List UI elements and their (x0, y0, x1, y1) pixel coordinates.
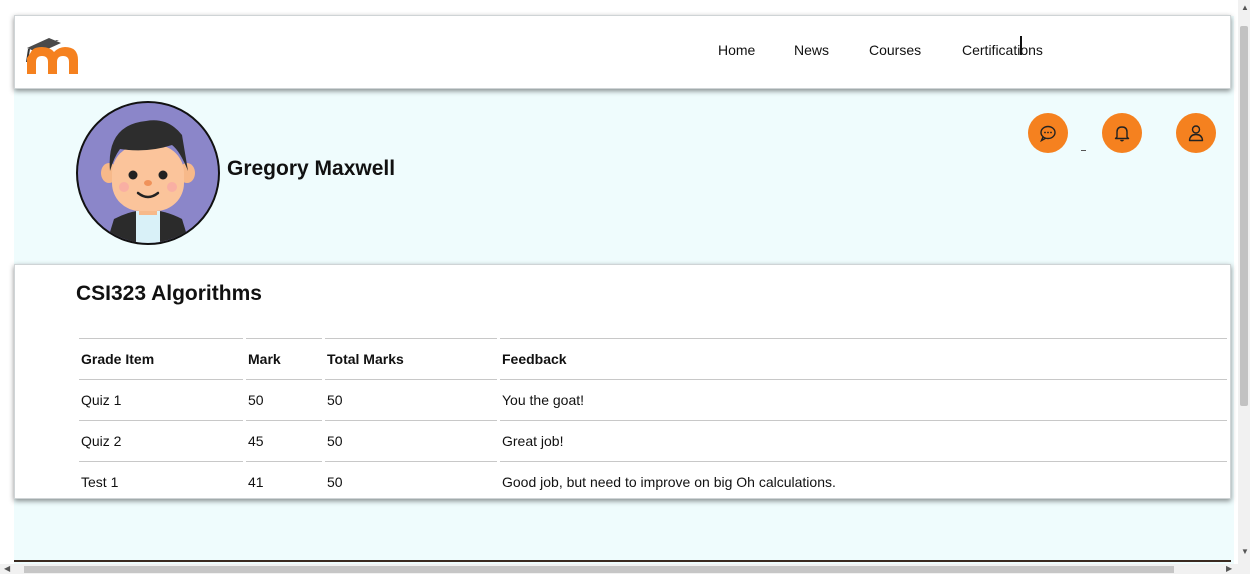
profile-name: Gregory Maxwell (227, 157, 396, 180)
feedback-cell: Good job, but need to improve on big Oh … (500, 461, 1227, 502)
total-marks-cell: 50 (325, 379, 497, 420)
vertical-scrollbar-thumb[interactable] (1240, 26, 1248, 406)
scroll-up-arrow-icon[interactable]: ▲ (1241, 4, 1249, 12)
course-title: CSI323 Algorithms (76, 282, 262, 305)
column-header: Feedback (500, 338, 1227, 379)
table-row: Quiz 1 50 50 You the goat! (79, 379, 1227, 420)
mark-cell: 50 (246, 379, 322, 420)
nav-news-link[interactable]: News (794, 42, 829, 58)
divider (14, 560, 1231, 562)
text-cursor (1020, 36, 1022, 55)
chat-icon (1040, 125, 1056, 143)
grade-item-cell: Quiz 2 (79, 420, 243, 461)
grades-table: Grade Item Mark Total Marks Feedback Qui… (76, 338, 1230, 502)
column-header: Grade Item (79, 338, 243, 379)
grade-item-cell: Quiz 1 (79, 379, 243, 420)
scroll-left-arrow-icon[interactable]: ◀ (4, 565, 10, 573)
table-row: Test 1 41 50 Good job, but need to impro… (79, 461, 1227, 502)
bell-icon (1114, 126, 1130, 142)
user-icon (1188, 125, 1204, 142)
total-marks-cell: 50 (325, 420, 497, 461)
feedback-cell: Great job! (500, 420, 1227, 461)
separator-mark (1081, 150, 1086, 151)
moodle-logo[interactable] (19, 28, 83, 74)
column-header: Mark (246, 338, 322, 379)
nav-courses-link[interactable]: Courses (869, 42, 921, 58)
total-marks-cell: 50 (325, 461, 497, 502)
notifications-button[interactable] (1102, 113, 1142, 153)
column-header: Total Marks (325, 338, 497, 379)
grades-card: CSI323 Algorithms Grade Item Mark Total … (14, 264, 1231, 499)
avatar[interactable] (76, 101, 220, 245)
messages-button[interactable] (1028, 113, 1068, 153)
nav-certifications-link[interactable]: Certifications (962, 42, 1043, 58)
top-navbar: Home News Courses Certifications (14, 15, 1231, 89)
horizontal-scrollbar-thumb[interactable] (24, 566, 1174, 573)
mark-cell: 45 (246, 420, 322, 461)
scroll-down-arrow-icon[interactable]: ▼ (1241, 548, 1249, 556)
grade-item-cell: Test 1 (79, 461, 243, 502)
scroll-right-arrow-icon[interactable]: ▶ (1226, 565, 1232, 573)
nav-home-link[interactable]: Home (718, 42, 755, 58)
mark-cell: 41 (246, 461, 322, 502)
table-row: Quiz 2 45 50 Great job! (79, 420, 1227, 461)
table-header-row: Grade Item Mark Total Marks Feedback (79, 338, 1227, 379)
user-menu-button[interactable] (1176, 113, 1216, 153)
feedback-cell: You the goat! (500, 379, 1227, 420)
